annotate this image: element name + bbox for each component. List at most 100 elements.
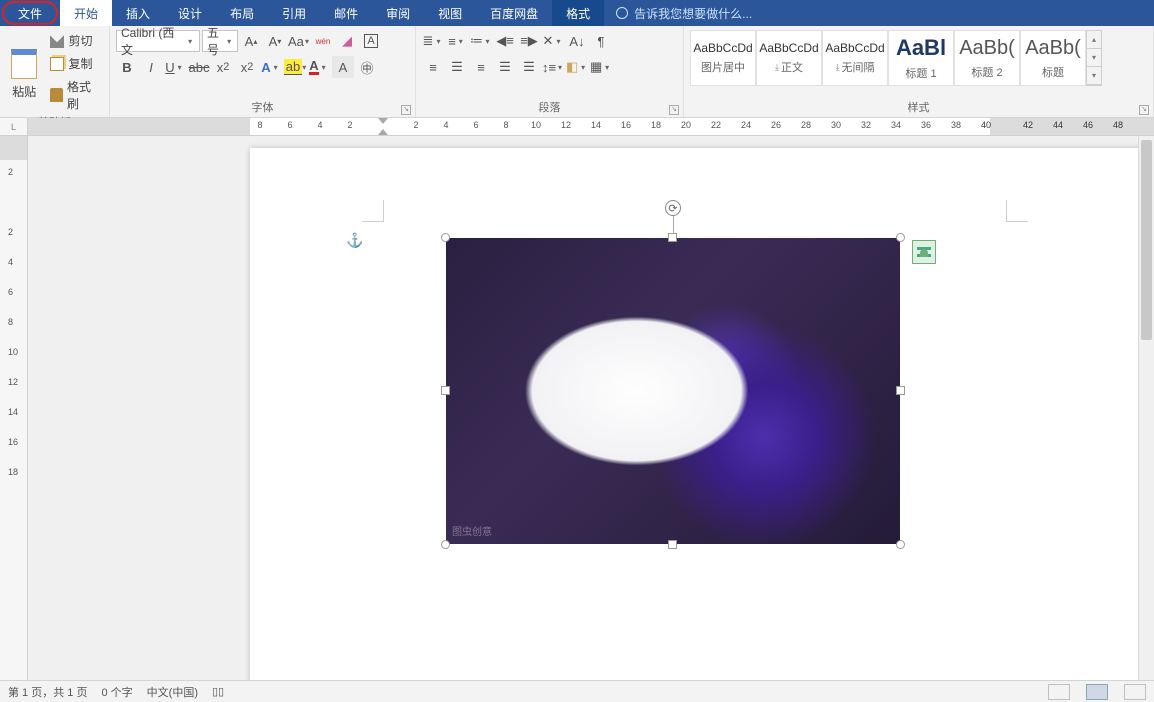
font-name-combo[interactable]: Calibri (西文▾ [116,30,200,52]
multilevel-list-button[interactable]: ≔▾ [470,30,492,52]
status-word-count[interactable]: 0 个字 [101,684,132,700]
paste-button[interactable]: 粘贴 [6,30,42,114]
text-effects-button[interactable]: A▾ [260,56,282,78]
menu-tab-review[interactable]: 审阅 [372,0,424,26]
line-spacing-button[interactable]: ↕≡▾ [542,56,564,78]
clear-formatting-button[interactable]: ◢ [336,30,358,52]
scrollbar-thumb[interactable] [1141,140,1152,340]
shading-button[interactable]: ◧▾ [566,56,588,78]
view-print-layout-button[interactable] [1086,684,1108,700]
borders-button[interactable]: ▦▾ [590,56,612,78]
lightbulb-icon [616,7,628,19]
strikethrough-button[interactable]: abc [188,56,210,78]
subscript-button[interactable]: x2 [212,56,234,78]
italic-button[interactable]: I [140,56,162,78]
menu-tab-insert[interactable]: 插入 [112,0,164,26]
paragraph-launcher[interactable]: ↘ [669,105,679,115]
ruler-horizontal-area: L 86422468101214161820222426283032343638… [0,118,1154,136]
menu-tab-layout[interactable]: 布局 [216,0,268,26]
style-option[interactable]: AaBl标题 1 [888,30,954,86]
distributed-button[interactable]: ☰ [518,56,540,78]
tell-me-search[interactable]: 告诉我您想要做什么... [604,0,764,26]
show-marks-button[interactable]: ¶ [590,30,612,52]
rotate-handle[interactable]: ⟳ [665,200,681,216]
format-painter-button[interactable]: 格式刷 [46,76,103,114]
document-canvas[interactable]: ⚓ ⟳ 图虫创意 [28,136,1154,680]
copy-button[interactable]: 复制 [46,53,103,74]
first-line-indent-marker[interactable] [378,118,388,124]
text-direction-button[interactable]: ✕▾ [542,30,564,52]
change-case-button[interactable]: Aa▾ [288,30,310,52]
superscript-button[interactable]: x2 [236,56,258,78]
justify-button[interactable]: ☰ [494,56,516,78]
grow-font-button[interactable]: A▴ [240,30,262,52]
font-launcher[interactable]: ↘ [401,105,411,115]
style-option[interactable]: AaBb( 标题 2 [954,30,1020,86]
bullets-button[interactable]: ≣▾ [422,30,444,52]
view-web-layout-button[interactable] [1124,684,1146,700]
resize-handle[interactable] [441,386,450,395]
highlight-button[interactable]: ab▾ [284,56,306,78]
rotate-stem [673,216,674,234]
resize-handle[interactable] [896,386,905,395]
character-shading-button[interactable]: A [332,56,354,78]
character-border-button[interactable]: A [360,30,382,52]
align-right-button[interactable]: ≡ [470,56,492,78]
font-color-button[interactable]: A▾ [308,56,330,78]
vertical-scrollbar[interactable] [1138,136,1154,680]
view-read-mode-button[interactable] [1048,684,1070,700]
menu-tab-view[interactable]: 视图 [424,0,476,26]
menu-file[interactable]: 文件 [2,1,58,25]
increase-indent-button[interactable]: ≡▶ [518,30,540,52]
inserted-image[interactable]: 图虫创意 [446,238,900,544]
align-center-button[interactable]: ☰ [446,56,468,78]
style-option[interactable]: AaBbCcDd⤓无间隔 [822,30,888,86]
styles-launcher[interactable]: ↘ [1139,105,1149,115]
menu-tab-design[interactable]: 设计 [164,0,216,26]
styles-scroll-down[interactable]: ▾ [1087,49,1101,67]
font-size-combo[interactable]: 五号▾ [202,30,238,52]
menu-tab-baidu[interactable]: 百度网盘 [476,0,552,26]
group-paragraph: ≣▾ ≡▾ ≔▾ ◀≡ ≡▶ ✕▾ A↓ ¶ ≡ ☰ ≡ ☰ ☰ ↕≡▾ ◧▾ [416,26,684,117]
align-left-button[interactable]: ≡ [422,56,444,78]
style-option[interactable]: AaBbCcDd⤓正文 [756,30,822,86]
styles-expand[interactable]: ▾ [1087,67,1101,85]
menu-tab-format[interactable]: 格式 [552,0,604,26]
style-label: 标题 2 [971,64,1002,80]
group-clipboard: 粘贴 剪切 复制 格式刷 剪贴板↘ [0,26,110,117]
resize-handle[interactable] [896,233,905,242]
status-language[interactable]: 中文(中国) [147,684,198,700]
styles-scroll-up[interactable]: ▴ [1087,31,1101,49]
underline-button[interactable]: U▾ [164,56,186,78]
style-option[interactable]: AaBb(标题 [1020,30,1086,86]
ruler-vertical[interactable]: 224681012141618 [0,136,28,680]
resize-handle[interactable] [441,540,450,549]
resize-handle[interactable] [668,233,677,242]
paste-icon [11,49,37,79]
style-option[interactable]: AaBbCcDd图片居中 [690,30,756,86]
macro-recording-icon[interactable]: ▯▯ [212,685,224,698]
menu-tab-home[interactable]: 开始 [60,0,112,26]
resize-handle[interactable] [441,233,450,242]
layout-options-button[interactable] [912,240,936,264]
chevron-down-icon: ▾ [185,37,195,46]
menu-tab-mailings[interactable]: 邮件 [320,0,372,26]
phonetic-guide-button[interactable]: wén [312,30,334,52]
cut-button[interactable]: 剪切 [46,30,103,51]
brush-icon [50,88,62,102]
sort-button[interactable]: A↓ [566,30,588,52]
enclose-characters-button[interactable]: ㊥ [356,56,378,78]
ruler-horizontal[interactable]: 8642246810121416182022242628303234363840… [28,118,1154,135]
numbering-button[interactable]: ≡▾ [446,30,468,52]
hanging-indent-marker[interactable] [378,129,388,135]
decrease-indent-button[interactable]: ◀≡ [494,30,516,52]
bold-button[interactable]: B [116,56,138,78]
style-sample: AaBb( [959,37,1015,60]
shrink-font-button[interactable]: A▾ [264,30,286,52]
resize-handle[interactable] [668,540,677,549]
status-page[interactable]: 第 1 页，共 1 页 [8,684,87,700]
image-selection[interactable]: ⟳ 图虫创意 [446,238,900,544]
menu-tab-references[interactable]: 引用 [268,0,320,26]
resize-handle[interactable] [896,540,905,549]
menu-bar: 文件 开始 插入 设计 布局 引用 邮件 审阅 视图 百度网盘 格式 告诉我您想… [0,0,1154,26]
